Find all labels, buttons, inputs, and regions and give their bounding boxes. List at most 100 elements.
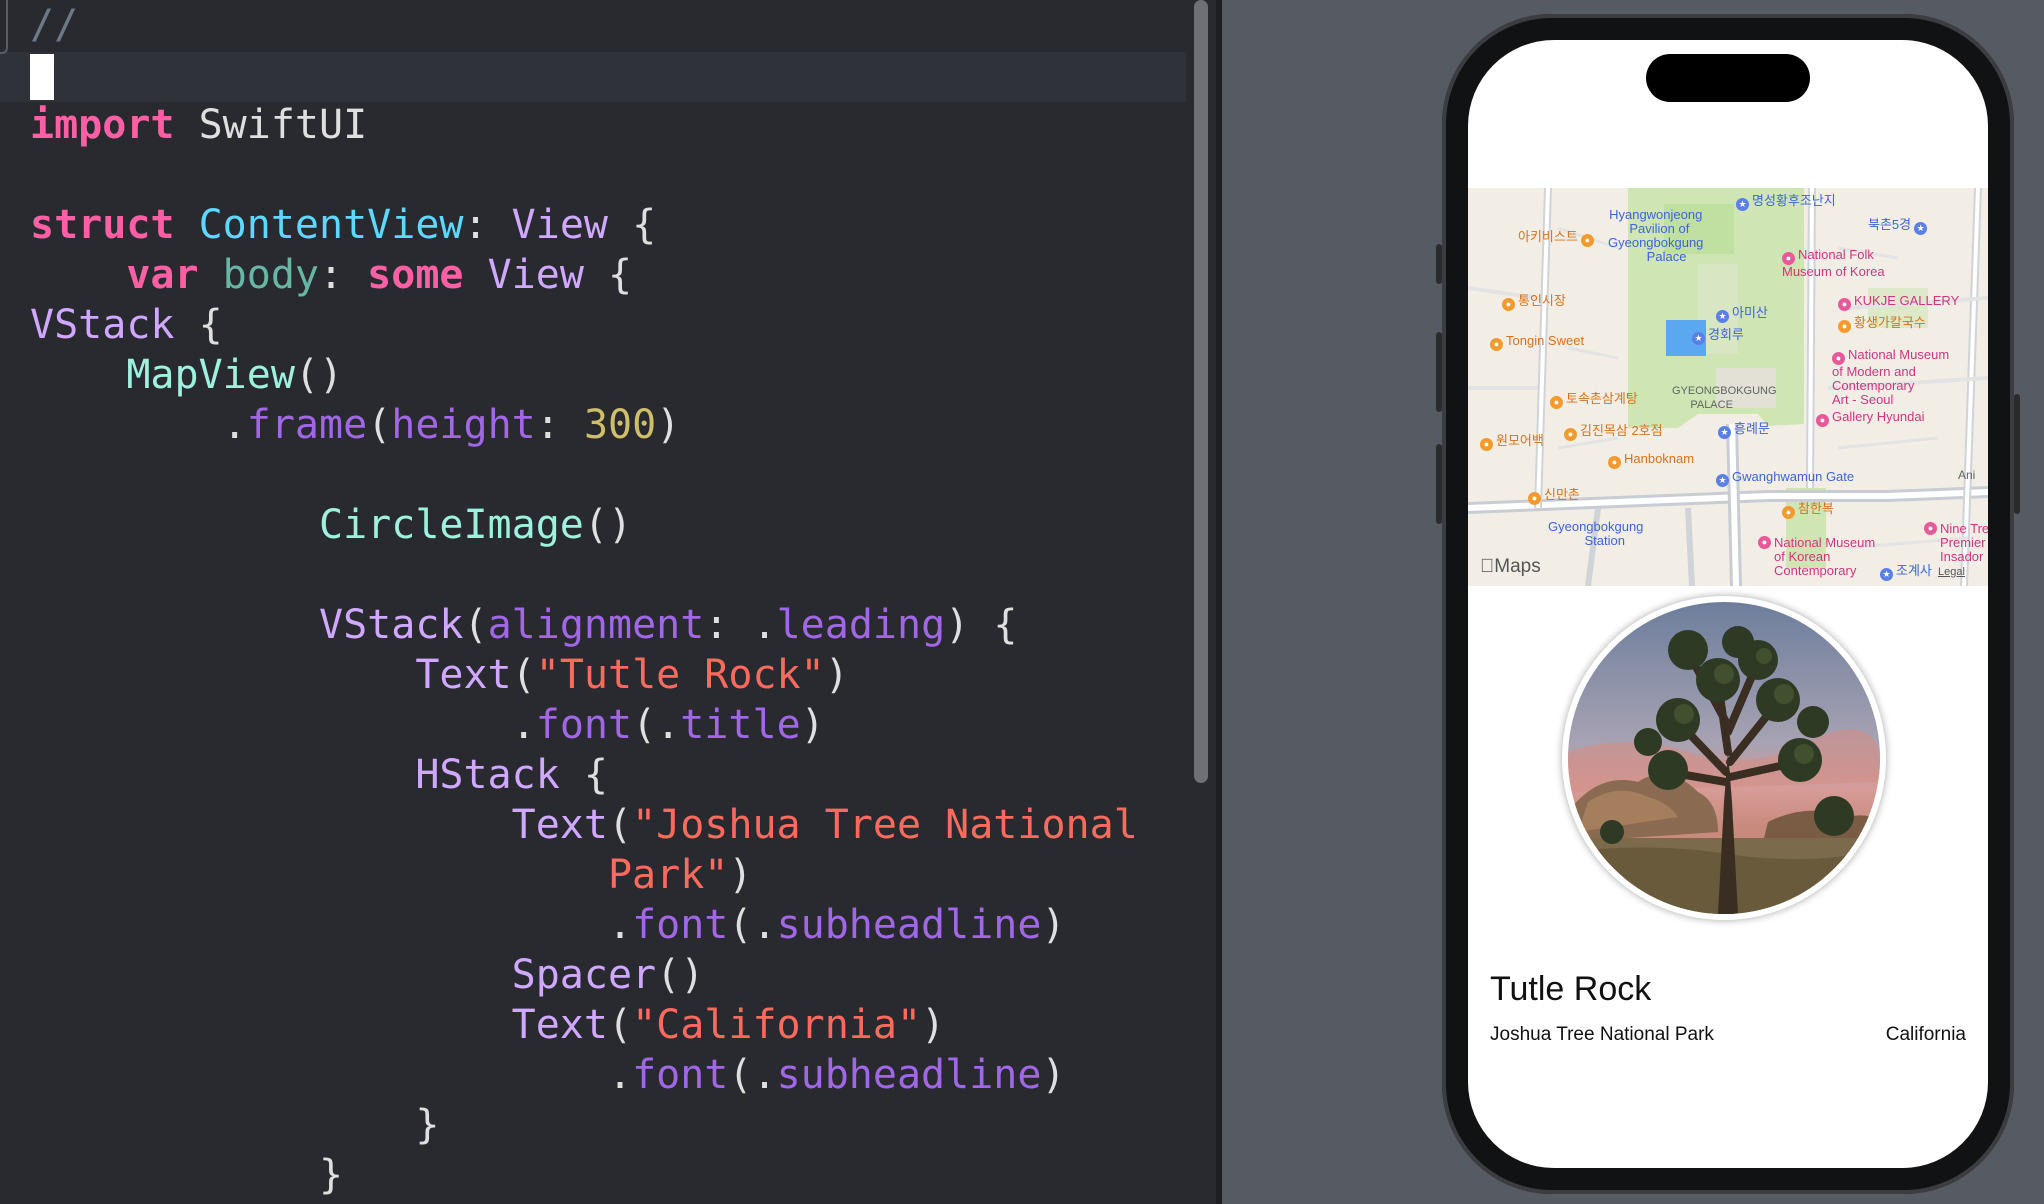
poi-marker[interactable]: ● 참한복 [1782, 502, 1834, 519]
code-line[interactable]: CircleImage() [30, 500, 1138, 550]
code-line[interactable]: Text("Joshua Tree National [30, 800, 1138, 850]
code-line[interactable]: .font(.subheadline) [30, 1050, 1138, 1100]
text-cursor [30, 54, 54, 100]
code-token: ( [511, 652, 536, 698]
code-token: ) { [945, 602, 1018, 648]
poi-marker[interactable]: ● Hanboknam [1608, 452, 1694, 469]
poi-marker[interactable]: ★ 흥례문 [1718, 422, 1770, 439]
poi-marker[interactable]: ● Tongin Sweet [1490, 334, 1584, 351]
poi-marker[interactable]: ★ Gwanghwamun Gate [1716, 470, 1854, 487]
code-line[interactable]: struct ContentView: View { [30, 200, 1138, 250]
poi-marker[interactable]: ● National Museum of Korean Contemporary [1758, 536, 1875, 578]
code-token: (. [728, 1052, 777, 1098]
code-token: ( [607, 802, 633, 848]
volume-down-button [1436, 444, 1442, 524]
poi-marker[interactable]: ★ 명성황후조난지 [1736, 194, 1836, 211]
code-line[interactable]: .font(.subheadline) [30, 900, 1138, 950]
editor-scrollbar-thumb[interactable] [1194, 0, 1208, 783]
poi-marker[interactable]: ● 김진목삼 2호점 [1564, 424, 1663, 441]
poi-marker[interactable]: ● National Museum of Modern and Contempor… [1832, 348, 1949, 407]
code-token: font [535, 702, 633, 748]
code-line[interactable]: Spacer() [30, 950, 1138, 1000]
code-token: ) [728, 852, 753, 898]
poi-marker[interactable]: 아키비스트 ● [1518, 230, 1597, 247]
map-view[interactable]: ★ 명성황후조난지 북촌5경 ★ Hyangwonjeong Pavilion of… [1468, 188, 1988, 586]
code-token: "Joshua Tree National [632, 802, 1138, 848]
code-line[interactable]: VStack(alignment: .leading) { [30, 600, 1138, 650]
code-line[interactable]: // [30, 0, 1138, 50]
code-line[interactable]: } [30, 1100, 1138, 1150]
road-label: Ani [1958, 468, 1976, 482]
subway-station[interactable]: Gyeongbokgung Station [1548, 520, 1643, 548]
code-line[interactable]: var body: some View { [30, 250, 1138, 300]
code-line[interactable]: Park") [30, 850, 1138, 900]
code-token: ( [367, 402, 392, 448]
code-line[interactable] [30, 450, 1138, 500]
code-token: { [559, 752, 608, 798]
code-token: leading [776, 602, 946, 648]
code-token: () [583, 502, 633, 548]
poi-marker[interactable]: ● 토속촌삼계탕 [1550, 392, 1638, 409]
poi-marker[interactable]: ★ 아미산 [1716, 306, 1768, 323]
code-token: View [487, 252, 584, 298]
code-token: ContentView [198, 202, 464, 248]
joshua-tree-photo [1568, 602, 1880, 914]
code-token: : [319, 252, 368, 298]
code-token: ( [463, 602, 488, 648]
code-token: height [391, 402, 536, 448]
code-token: subheadline [776, 902, 1042, 948]
code-line[interactable]: MapView() [30, 350, 1138, 400]
poi-marker[interactable]: ★ 조계사 [1880, 564, 1932, 581]
code-line[interactable]: .font(.title) [30, 700, 1138, 750]
code-token: . [30, 402, 247, 448]
code-token: font [632, 1052, 729, 1098]
code-token: font [632, 902, 729, 948]
phone-screen[interactable]: ★ 명성황후조난지 북촌5경 ★ Hyangwonjeong Pavilion of… [1468, 40, 1988, 1168]
code-token: ) [1041, 902, 1066, 948]
code-token: . [30, 902, 633, 948]
code-line[interactable]: .frame(height: 300) [30, 400, 1138, 450]
palace-label: GYEONGBOKGUNG PALACE [1672, 385, 1777, 411]
poi-marker[interactable]: ● 황생가칼국수 [1838, 316, 1926, 333]
code-token: "California" [632, 1002, 922, 1048]
code-text[interactable]: // import SwiftUI struct ContentView: View… [30, 0, 1138, 1200]
code-token: : [535, 402, 584, 448]
poi-marker[interactable]: Hyangwonjeong Pavilion of Gyeongbokgung … [1608, 208, 1703, 264]
code-line[interactable]: Text("Tutle Rock") [30, 650, 1138, 700]
code-line[interactable]: VStack { [30, 300, 1138, 350]
code-token: body [222, 252, 319, 298]
code-line[interactable]: import SwiftUI [30, 100, 1138, 150]
poi-marker[interactable]: ● National Folk Museum of Korea [1782, 248, 1885, 279]
park-subtitle: Joshua Tree National Park [1490, 1024, 1714, 1045]
poi-marker[interactable]: ● KUKJE GALLERY [1838, 294, 1959, 311]
poi-marker[interactable]: ● 통인시장 [1502, 294, 1566, 311]
code-token: import [30, 102, 175, 148]
code-line[interactable] [30, 550, 1138, 600]
poi-marker[interactable]: ★ 경회루 [1692, 328, 1744, 345]
code-token: some [367, 252, 464, 298]
poi-marker[interactable]: ● 신만촌 [1528, 488, 1580, 505]
code-token: ) [1041, 1052, 1066, 1098]
code-line[interactable]: } [30, 1150, 1138, 1200]
code-token: ) [921, 1002, 946, 1048]
code-token: { [608, 202, 657, 248]
code-token: { [174, 302, 223, 348]
poi-marker[interactable]: ● Nine Tre Premier Insador [1924, 522, 1988, 564]
code-line[interactable]: Text("California") [30, 1000, 1138, 1050]
code-editor[interactable]: // import SwiftUI struct ContentView: View… [0, 0, 1186, 1204]
legal-link[interactable]: Legal [1938, 566, 1965, 578]
poi-marker[interactable]: ● 원모어백 [1480, 434, 1544, 451]
code-token: Text [415, 652, 512, 698]
code-line[interactable] [30, 150, 1138, 200]
code-token: () [294, 352, 344, 398]
code-token: struct [30, 202, 175, 248]
poi-marker[interactable]: 북촌5경 ★ [1868, 218, 1930, 235]
poi-marker[interactable]: ● Gallery Hyundai [1816, 410, 1925, 427]
code-line[interactable] [30, 50, 1138, 100]
iphone-preview: ★ 명성황후조난지 북촌5경 ★ Hyangwonjeong Pavilion of… [1436, 14, 2020, 1194]
code-line[interactable]: HStack { [30, 750, 1138, 800]
